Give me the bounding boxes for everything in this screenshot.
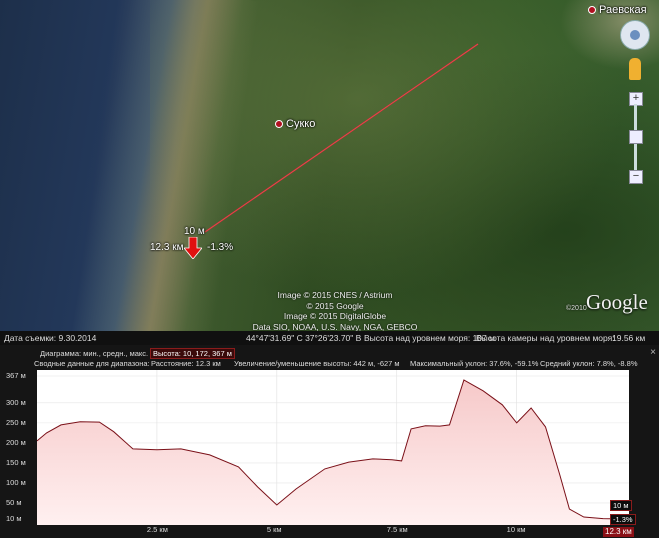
place-sukko[interactable]: Сукко [275, 118, 315, 130]
place-label: Сукко [286, 118, 316, 130]
y-tick-label: 300 м [6, 397, 26, 407]
elevation-stats[interactable]: Высота: 10, 172, 367 м [150, 348, 235, 359]
place-dot-icon [588, 6, 596, 15]
end-slope-label: -1.3% [610, 514, 636, 525]
range-max-slope: Максимальный уклон: 37.6%, -59.1% [410, 359, 539, 368]
imagery-copyright: Image © 2015 CNES / Astrium © 2015 Googl… [250, 290, 420, 331]
marker-elevation: 10 м [184, 226, 205, 237]
y-tick-label: 200 м [6, 437, 26, 447]
copyright-line: Data SIO, NOAA, U.S. Navy, NGA, GEBCO [252, 321, 418, 332]
place-raevskaya[interactable]: Раевская [588, 4, 647, 16]
copyright-line: Image © 2015 CNES / Astrium [277, 290, 393, 300]
cursor-coordinates: 44°47'31.69" С 37°26'23.70" В [246, 333, 362, 343]
navigation-controls[interactable]: + − [618, 18, 654, 188]
map-view[interactable]: Раевская Сукко 10 м 12.3 км -1.3% + − Im… [0, 0, 659, 331]
status-bar: Дата съемки: 9.30.2014 44°47'31.69" С 37… [0, 331, 659, 345]
imagery-date: Дата съемки: 9.30.2014 [4, 333, 97, 343]
range-distance: Расстояние: 12.3 км [151, 359, 221, 368]
marker-slope: -1.3% [207, 242, 234, 253]
end-distance-label: 12.3 км [603, 527, 634, 537]
y-tick-label: 367 м [6, 371, 26, 380]
eye-icon [630, 30, 640, 40]
zoom-out-button[interactable]: − [629, 170, 643, 184]
zoom-slider-thumb[interactable] [629, 130, 643, 144]
y-tick-label: 50 м [6, 497, 22, 507]
elevation-chart[interactable] [37, 370, 629, 525]
range-gain-loss: Увеличение/уменьшение высоты: 442 м, -62… [234, 359, 400, 368]
place-dot-icon [275, 120, 283, 129]
y-tick-label: 250 м [6, 417, 26, 427]
y-tick-label: 100 м [6, 477, 26, 487]
graph-label: Диаграмма: мин., средн., макс. [40, 349, 149, 358]
copyright-line: Image © 2015 DigitalGlobe [283, 311, 387, 321]
x-tick-label: 10 км [506, 525, 526, 534]
elevation-profile-panel: × Диаграмма: мин., средн., макс. Высота:… [0, 345, 659, 538]
eye-altitude-value: 19.56 км [612, 333, 646, 343]
y-tick-label: 10 м [6, 513, 22, 523]
end-elevation-label: 10 м [610, 500, 632, 511]
range-avg-slope: Средний уклон: 7.8%, -8.8% [540, 359, 638, 368]
measured-path [204, 43, 479, 233]
street-view-pegman-icon[interactable] [629, 58, 641, 80]
logo-year: ©2010 [566, 305, 587, 312]
marker-distance: 12.3 км [150, 242, 184, 253]
x-tick-label: 7.5 км [386, 525, 408, 534]
position-arrow-icon [184, 237, 202, 259]
close-icon[interactable]: × [650, 347, 656, 358]
copyright-line: © 2015 Google [306, 300, 364, 311]
x-tick-label: 5 км [266, 525, 282, 534]
look-around-ring-icon[interactable] [620, 20, 650, 50]
google-logo: Google [586, 290, 648, 314]
eye-altitude-label: Высота камеры над уровнем моря: [476, 333, 615, 343]
place-label: Раевская [599, 4, 647, 16]
y-tick-label: 150 м [6, 457, 26, 467]
range-totals-label: Сводные данные для диапазона: [34, 359, 150, 368]
x-tick-label: 2.5 км [146, 525, 168, 534]
